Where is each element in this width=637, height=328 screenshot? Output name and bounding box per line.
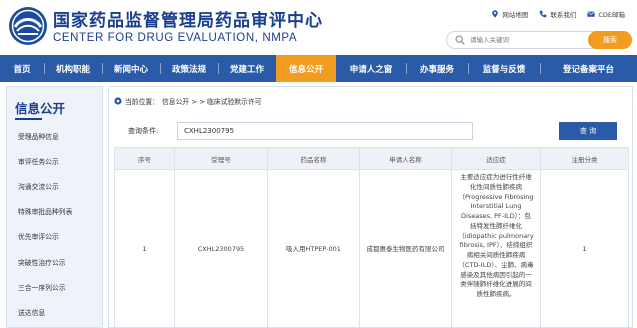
sidebar-item-breakthrough[interactable]: 突破性治疗公示 (7, 249, 102, 274)
contact-link[interactable]: 联系我们 (539, 9, 576, 19)
nav-services[interactable]: 办事服务 (406, 55, 468, 82)
cell-drug-name: 吸入用HTPEP-001 (267, 169, 360, 328)
sidebar-item-three-in-one[interactable]: 三合一序列公示 (7, 274, 102, 299)
phone-icon (539, 10, 547, 18)
nav-applicant-window[interactable]: 申请人之窗 (336, 55, 406, 82)
cell-indication: 主要适应症为进行性纤维化性间质性肺疾病（Progressive Fibrosin… (451, 169, 541, 328)
header-index: 序号 (114, 147, 175, 170)
header-applicant: 申请人名称 (359, 147, 452, 170)
search-icon (455, 35, 465, 45)
cell-accept-no: CXHL2300795 (174, 169, 268, 328)
sidebar-item-review-tasks[interactable]: 审评任务公示 (7, 148, 102, 173)
query-row: 查询条件: 查 询 (117, 121, 627, 143)
nav-news[interactable]: 新闻中心 (102, 55, 160, 82)
email-link[interactable]: CDE邮箱 (587, 9, 625, 19)
main-nav: 首页 机构职能 新闻中心 政策法规 党建工作 信息公开 申请人之窗 办事服务 监… (0, 55, 637, 82)
table-header-row: 序号 受理号 药品名称 申请人名称 适应症 注册分类 (114, 147, 629, 170)
email-label: CDE邮箱 (598, 11, 625, 19)
mail-icon (587, 11, 595, 17)
contact-label: 联系我们 (550, 11, 577, 19)
site-header: 国家药品监督管理局药品审评中心 CENTER FOR DRUG EVALUATI… (0, 0, 637, 52)
breadcrumb-prefix: 当前位置： (125, 98, 159, 106)
sidebar-title-underline (15, 118, 42, 120)
sidebar-item-special-approval[interactable]: 特殊审批品种列表 (7, 199, 102, 224)
breadcrumb-path[interactable]: 信息公开 > > 临床试验默示许可 (162, 96, 261, 106)
cell-reg-class: 1 (540, 169, 629, 328)
query-label: 查询条件: (128, 127, 159, 135)
sitemap-label: 网站地图 (502, 11, 529, 19)
site-title-cn: 国家药品监督管理局药品审评中心 (53, 11, 323, 31)
nav-functions[interactable]: 机构职能 (44, 55, 102, 82)
table-row: 1 CXHL2300795 吸入用HTPEP-001 成都惠泰生物医药有限公司 … (114, 169, 629, 328)
header-reg-class: 注册分类 (540, 147, 629, 170)
query-button[interactable]: 查 询 (559, 122, 617, 140)
query-input[interactable] (177, 122, 473, 140)
nav-home[interactable]: 首页 (0, 55, 44, 82)
sidebar-list: 受理品种信息 审评任务公示 沟通交流公示 特殊审批品种列表 优先审评公示 突破性… (7, 123, 102, 325)
sidebar-item-communication[interactable]: 沟通交流公示 (7, 173, 102, 198)
cde-logo-icon[interactable] (8, 6, 48, 46)
site-title-en: CENTER FOR DRUG EVALUATION, NMPA (53, 32, 298, 44)
nav-policies[interactable]: 政策法规 (160, 55, 218, 82)
nav-registration-platform[interactable]: 登记备案平台 (540, 55, 637, 82)
breadcrumb: 当前位置： 信息公开 > > 临床试验默示许可 (114, 96, 261, 106)
header-drug-name: 药品名称 (267, 147, 360, 170)
map-pin-icon (492, 10, 499, 18)
main-content: 当前位置： 信息公开 > > 临床试验默示许可 查询条件: 查 询 序号 受理号… (108, 86, 633, 328)
cell-applicant: 成都惠泰生物医药有限公司 (359, 169, 452, 328)
nav-info-disclosure[interactable]: 信息公开 (276, 55, 336, 82)
top-links: 网站地图 联系我们 CDE邮箱 (491, 9, 625, 19)
sidebar-title: 信息公开 (15, 101, 66, 116)
sidebar-item-priority-review[interactable]: 优先审评公示 (7, 224, 102, 249)
header-indication: 适应症 (451, 147, 541, 170)
nav-party[interactable]: 党建工作 (218, 55, 276, 82)
header-accept-no: 受理号 (174, 147, 268, 170)
nav-feedback[interactable]: 监督与反馈 (468, 55, 540, 82)
sidebar: 信息公开 受理品种信息 审评任务公示 沟通交流公示 特殊审批品种列表 优先审评公… (6, 86, 103, 328)
sitemap-link[interactable]: 网站地图 (491, 9, 528, 19)
sidebar-item-delivery-info[interactable]: 送达信息 (7, 299, 102, 324)
results-table: 序号 受理号 药品名称 申请人名称 适应症 注册分类 1 CXHL2300795… (114, 147, 629, 328)
location-icon (114, 97, 122, 105)
cell-index: 1 (114, 169, 175, 328)
search-input[interactable] (470, 33, 570, 46)
site-search: 搜索 (446, 31, 632, 49)
search-button[interactable]: 搜索 (588, 31, 632, 49)
sidebar-item-accepted-varieties[interactable]: 受理品种信息 (7, 123, 102, 148)
